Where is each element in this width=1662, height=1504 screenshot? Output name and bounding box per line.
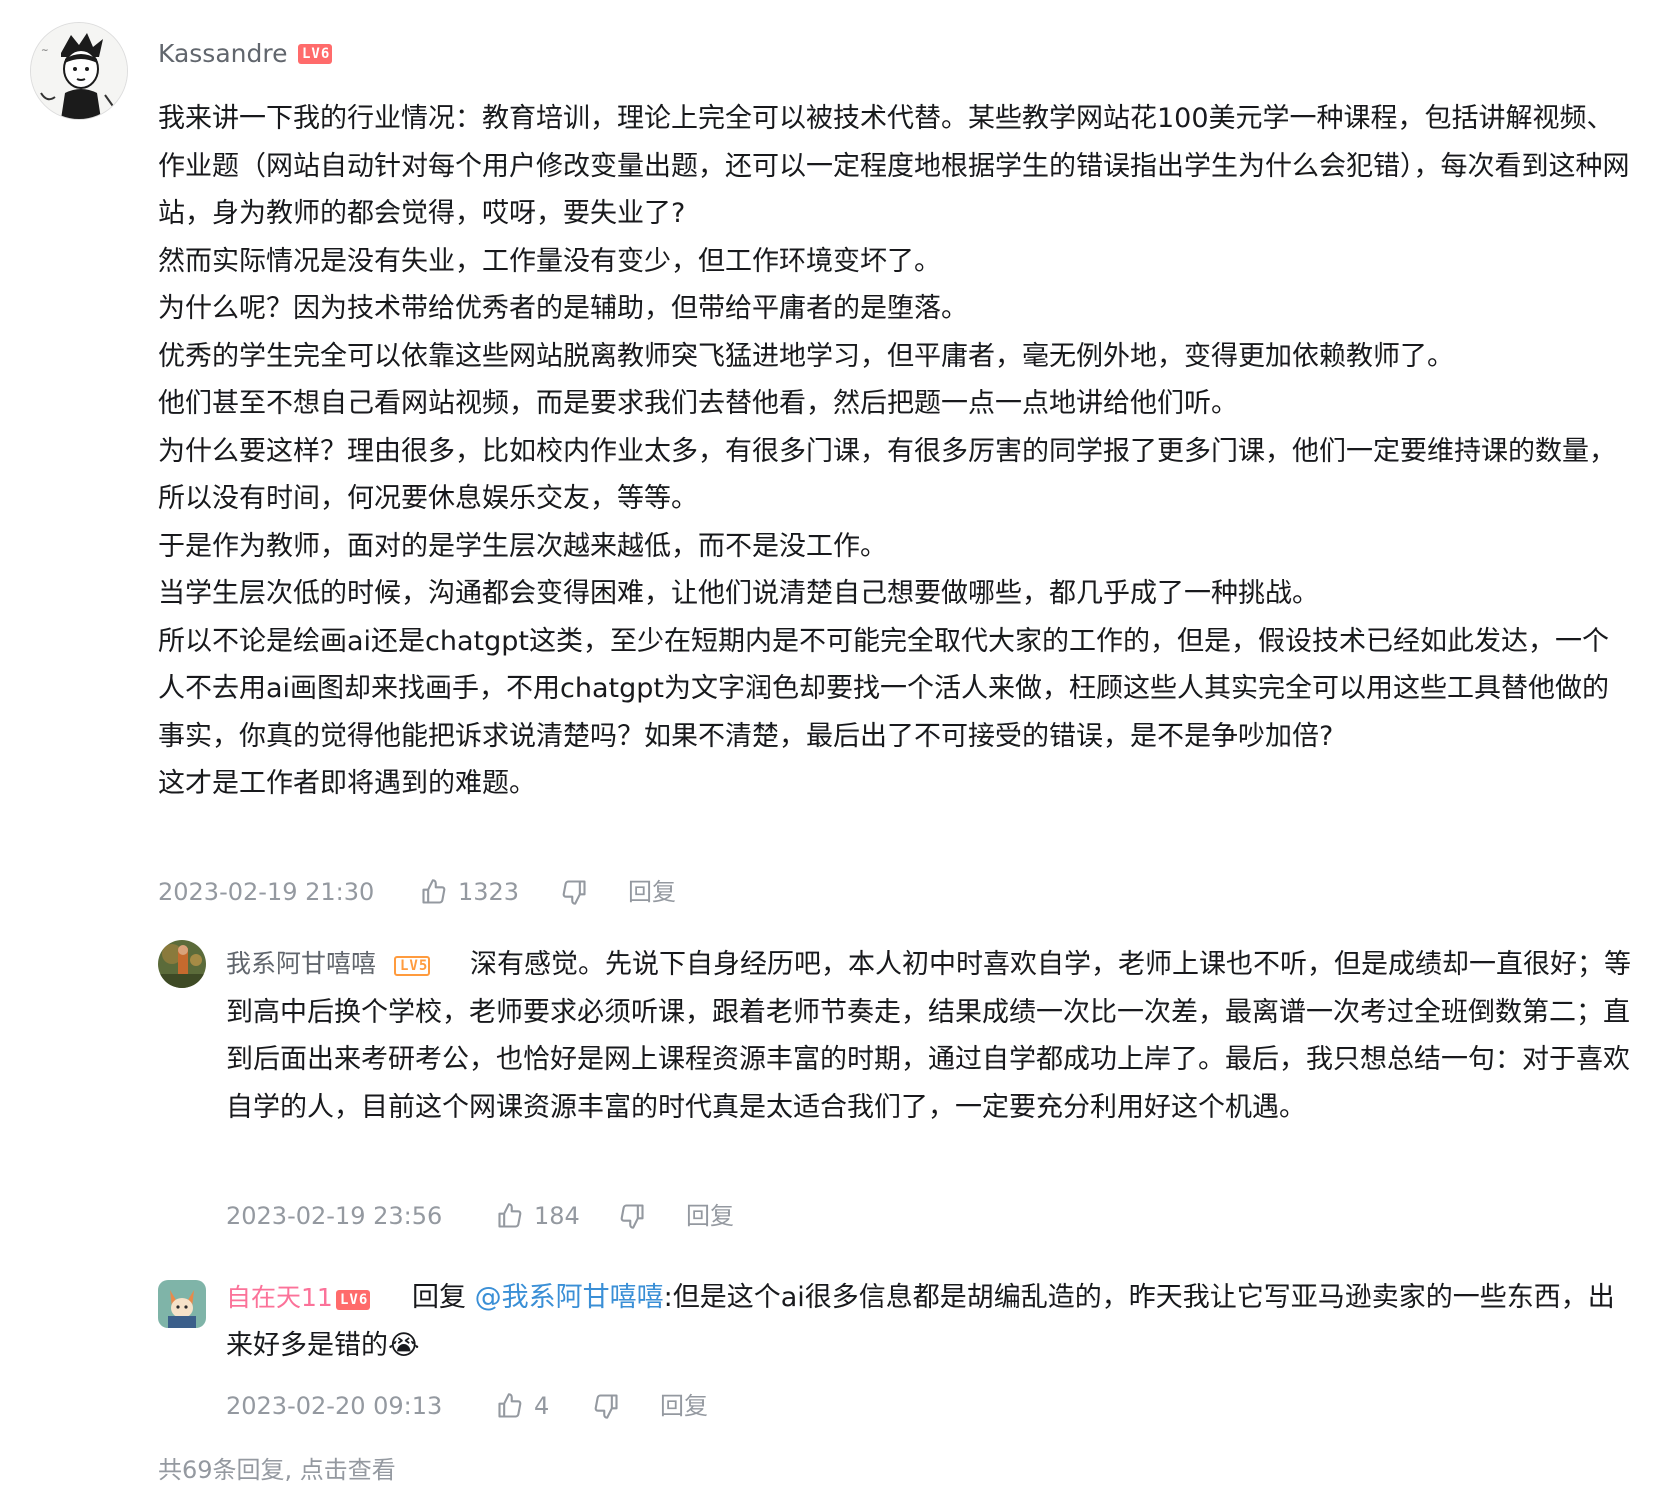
reply-meta: 2023-02-19 23:56 184 回复 [226, 1200, 826, 1236]
reply-button[interactable]: 回复 [660, 1390, 708, 1422]
comment-paragraph: 他们甚至不想自己看网站视频，而是要求我们去替他看，然后把题一点一点地讲给他们听。 [158, 388, 1238, 419]
comment-paragraph: 为什么呢？因为技术带给优秀者的是辅助，但带给平庸者的是堕落。 [158, 293, 968, 324]
comment-paragraph: 优秀的学生完全可以依靠这些网站脱离教师突飞猛进地学习，但平庸者，毫无例外地，变得… [158, 340, 1454, 372]
reply-prefix: 回复 [412, 1282, 466, 1313]
crying-emoji-icon: 😭 [388, 1329, 420, 1361]
thumbs-down-icon [620, 1204, 644, 1229]
reply-text: 深有感觉。先说下自身经历吧，本人初中时喜欢自学，老师上课也不听，但是成绩却一直很… [226, 941, 1636, 1131]
reply-button[interactable]: 回复 [686, 1200, 734, 1232]
comment-text: 我来讲一下我的行业情况：教育培训，理论上完全可以被技术代替。某些教学网站花100… [158, 95, 1633, 808]
view-all-replies-link[interactable]: 共69条回复, 点击查看 [158, 1454, 396, 1486]
dislike-button[interactable] [592, 1392, 620, 1428]
timestamp: 2023-02-19 23:56 [226, 1202, 443, 1230]
reply-paragraph: 回复 @我系阿甘嘻嘻:但是这个ai很多信息都是胡编乱造的，昨天我让它写亚马逊卖家… [226, 1274, 1636, 1369]
thumbs-down-icon [562, 880, 586, 905]
timestamp: 2023-02-20 09:13 [226, 1392, 443, 1420]
avatar-photo-icon [158, 940, 206, 988]
avatar[interactable]: ~ [30, 22, 128, 120]
username[interactable]: Kassandre [158, 38, 287, 70]
timestamp: 2023-02-19 21:30 [158, 878, 375, 906]
svg-text:~: ~ [41, 46, 49, 56]
reply-text: 回复 @我系阿甘嘻嘻:但是这个ai很多信息都是胡编乱造的，昨天我让它写亚马逊卖家… [226, 1274, 1636, 1369]
avatar[interactable] [158, 940, 206, 988]
thumbs-up-icon [498, 1393, 522, 1418]
comment-meta: 2023-02-19 21:30 1323 回复 [158, 876, 758, 912]
comment-paragraph: 我来讲一下我的行业情况：教育培训，理论上完全可以被技术代替。某些教学网站花100… [158, 103, 1630, 229]
avatar-sketch-icon: ~ [31, 23, 127, 119]
avatar-cartoon-icon [158, 1280, 206, 1328]
thumbs-down-icon [594, 1394, 618, 1419]
comment-paragraph: 为什么要这样？理由很多，比如校内作业太多，有很多门课，有很多厉害的同学报了更多门… [158, 435, 1616, 515]
comment-paragraph: 所以不论是绘画ai还是chatgpt这类，至少在短期内是不可能完全取代大家的工作… [158, 625, 1609, 752]
reply-meta: 2023-02-20 09:13 4 回复 [226, 1390, 826, 1426]
reply-paragraph: 深有感觉。先说下自身经历吧，本人初中时喜欢自学，老师上课也不听，但是成绩却一直很… [226, 949, 1631, 1123]
like-count: 1323 [458, 878, 520, 906]
like-count: 184 [534, 1202, 580, 1230]
mention-link[interactable]: @我系阿甘嘻嘻 [475, 1282, 664, 1313]
comment-paragraph: 于是作为教师，面对的是学生层次越来越低，而不是没工作。 [158, 530, 887, 562]
comment-paragraph: 然而实际情况是没有失业，工作量没有变少，但工作环境变坏了。 [158, 245, 941, 277]
like-count: 4 [534, 1392, 550, 1420]
level-badge: LV6 [298, 44, 332, 64]
thumbs-up-icon [498, 1203, 522, 1228]
thumbs-up-icon [422, 879, 446, 904]
dislike-button[interactable] [618, 1202, 646, 1238]
like-button[interactable]: 4 [496, 1390, 549, 1422]
comment-paragraph: 这才是工作者即将遇到的难题。 [158, 768, 536, 799]
avatar[interactable] [158, 1280, 206, 1328]
like-button[interactable]: 184 [496, 1200, 580, 1232]
reply-button[interactable]: 回复 [628, 876, 676, 908]
dislike-button[interactable] [560, 878, 588, 914]
comment-paragraph: 当学生层次低的时候，沟通都会变得困难，让他们说清楚自己想要做哪些，都几乎成了一种… [158, 578, 1319, 609]
like-button[interactable]: 1323 [420, 876, 519, 908]
